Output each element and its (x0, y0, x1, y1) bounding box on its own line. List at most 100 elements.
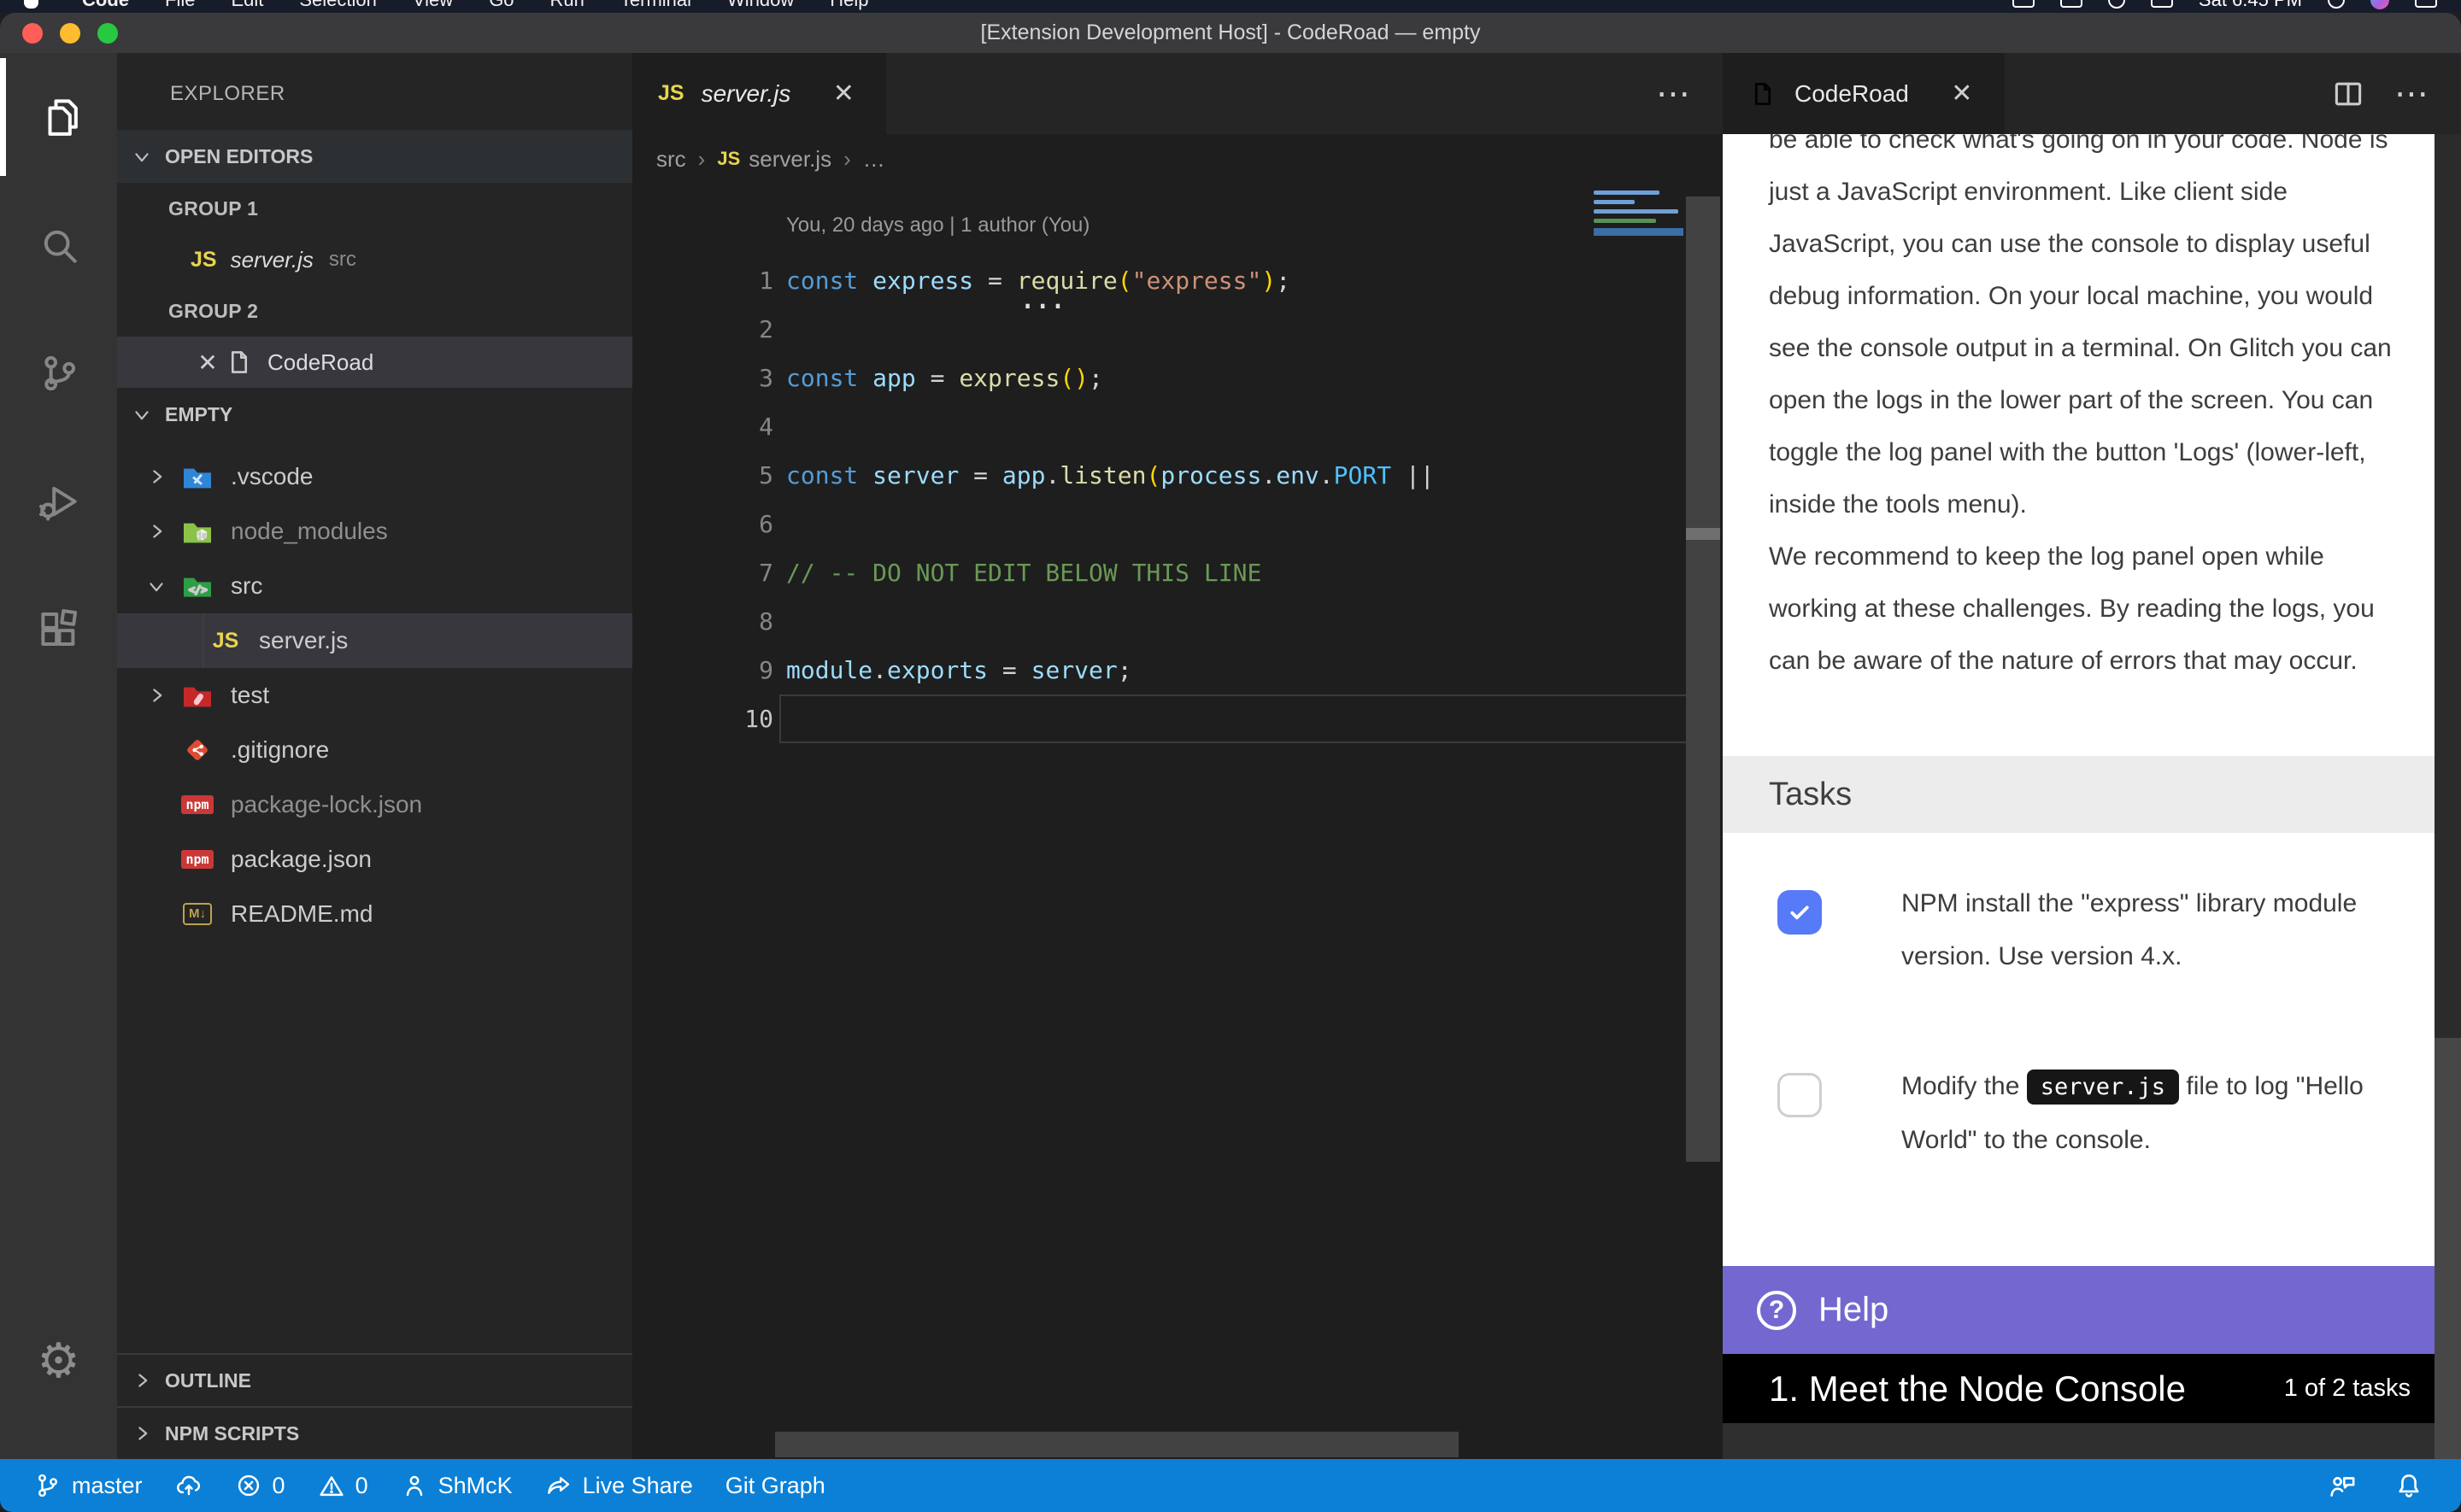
control-center-icon[interactable] (2415, 0, 2437, 8)
siri-icon[interactable] (2370, 0, 2389, 9)
editor-more-actions-icon[interactable]: ⋯ (2394, 74, 2430, 114)
activity-source-control-button[interactable] (0, 309, 117, 437)
menu-item[interactable]: File (147, 0, 213, 11)
run-debug-icon (35, 478, 83, 525)
editor-more-actions-icon[interactable]: ⋯ (1656, 74, 1692, 114)
feedback-icon (2328, 1471, 2357, 1500)
activity-run-debug-button[interactable] (0, 437, 117, 566)
menu-extra-icon[interactable] (2012, 0, 2035, 8)
statusbar-shmck[interactable]: ShMcK (401, 1472, 513, 1499)
menu-item[interactable]: Go (471, 0, 532, 11)
tree-item-.gitignore[interactable]: .gitignore (117, 723, 632, 777)
minimap[interactable] (1594, 190, 1683, 293)
code-line-7[interactable]: 7// -- DO NOT EDIT BELOW THIS LINE (632, 548, 1723, 597)
code-line-3[interactable]: 3const app = express(); (632, 354, 1723, 402)
menu-item[interactable]: Terminal (602, 0, 709, 11)
activity-search-button[interactable] (0, 181, 117, 309)
outline-section-header[interactable]: OUTLINE (117, 1353, 632, 1406)
statusbar-master[interactable]: master (34, 1472, 143, 1499)
coderoad-scrollbar[interactable] (2435, 134, 2461, 1459)
tab-label: CodeRoad (1794, 80, 1909, 108)
open-editors-header[interactable]: OPEN EDITORS (117, 130, 632, 183)
breadcrumb-symbol[interactable]: … (863, 146, 885, 173)
scrollbar-thumb[interactable] (2435, 134, 2461, 1038)
menu-extra-icon[interactable] (2060, 0, 2082, 8)
statusbar-0[interactable]: 0 (318, 1472, 368, 1499)
activity-files-button[interactable] (0, 53, 117, 181)
open-editors-list: GROUP 1JSserver.jssrcGROUP 2✕CodeRoad (117, 183, 632, 388)
menu-extra-icon[interactable] (2151, 0, 2173, 8)
coderoad-content: be able to check what's going on in your… (1723, 134, 2435, 1459)
help-button[interactable]: Help (1723, 1266, 2435, 1354)
editor-vertical-scrollbar[interactable] (1686, 196, 1720, 1162)
inline-code: server.js (2027, 1070, 2179, 1105)
chevron-right-icon: › (843, 146, 851, 173)
folder-section-header[interactable]: EMPTY (117, 388, 632, 441)
search-icon (35, 221, 83, 269)
split-editor-icon (2331, 77, 2365, 111)
menu-clock[interactable]: Sat 6:45 PM (2199, 0, 2302, 11)
tree-item-package.json[interactable]: npmpackage.json (117, 832, 632, 887)
code-line-9[interactable]: 9module.exports = server; (632, 646, 1723, 694)
activity-extensions-button[interactable] (0, 566, 117, 694)
editor-horizontal-scrollbar[interactable] (775, 1432, 1459, 1457)
breadcrumb[interactable]: src › JS server.js › … (632, 134, 1723, 184)
split-editor-icon[interactable] (2331, 77, 2365, 111)
open-editor-item[interactable]: ✕CodeRoad (117, 337, 632, 388)
code-line-8[interactable]: 8 (632, 597, 1723, 646)
line-number: 3 (632, 354, 773, 402)
settings-gear-button[interactable]: ⚙ (0, 1297, 117, 1425)
task-checkbox-checked[interactable] (1777, 890, 1822, 935)
code-line-4[interactable]: 4 (632, 402, 1723, 451)
breadcrumb-folder[interactable]: src (656, 146, 686, 173)
breadcrumb-file[interactable]: server.js (749, 146, 831, 173)
line-number: 7 (632, 548, 773, 597)
lesson-paragraph: We recommend to keep the log panel open … (1769, 530, 2417, 687)
code-line-6[interactable]: 6 (632, 500, 1723, 548)
menu-item[interactable]: View (395, 0, 471, 11)
tree-item-server.js[interactable]: JSserver.js (117, 613, 632, 668)
lesson-footer[interactable]: 1. Meet the Node Console 1 of 2 tasks (1723, 1354, 2435, 1423)
help-label: Help (1818, 1291, 1888, 1329)
menu-item[interactable]: Code (64, 0, 147, 11)
menu-item[interactable]: Selection (281, 0, 395, 11)
tab-server-js[interactable]: JS server.js ✕ (632, 53, 886, 134)
chevron-right-icon (145, 466, 167, 488)
tree-item-.vscode[interactable]: .vscode (117, 449, 632, 504)
spotlight-search-icon[interactable] (2328, 0, 2345, 9)
npm-scripts-section-header[interactable]: NPM SCRIPTS (117, 1406, 632, 1459)
menu-item[interactable]: Run (532, 0, 602, 11)
statusbar-0[interactable]: 0 (235, 1472, 285, 1499)
tree-item-package-lock.json[interactable]: npmpackage-lock.json (117, 777, 632, 832)
scrollbar-thumb[interactable] (1686, 528, 1720, 540)
menu-item[interactable]: Edit (213, 0, 281, 11)
statusbar-bell-icon[interactable] (2394, 1471, 2423, 1500)
code-area[interactable]: 1const express = require("express");23co… (632, 256, 1723, 743)
chev-right-icon (131, 1422, 153, 1445)
close-tab-icon[interactable]: ✕ (826, 79, 860, 108)
apple-icon[interactable] (24, 0, 38, 9)
js-file-icon: JS (191, 248, 217, 273)
menu-item[interactable]: Help (812, 0, 886, 11)
code-line-5[interactable]: 5const server = app.listen(process.env.P… (632, 451, 1723, 500)
close-tab-icon[interactable]: ✕ (1945, 79, 1979, 108)
statusbar-live-share[interactable]: Live Share (545, 1472, 693, 1499)
task-checkbox-unchecked[interactable] (1777, 1073, 1822, 1117)
tree-item-test[interactable]: test (117, 668, 632, 723)
statusbar-feedback-icon[interactable] (2328, 1471, 2357, 1500)
code-line-2[interactable]: 2 (632, 305, 1723, 354)
tree-item-src[interactable]: </>src (117, 559, 632, 613)
tab-coderoad[interactable]: CodeRoad ✕ (1723, 53, 2005, 134)
menu-item[interactable]: Window (709, 0, 812, 11)
close-editor-icon[interactable]: ✕ (191, 349, 225, 377)
lesson-text: be able to check what's going on in your… (1769, 134, 2417, 687)
statusbar-git-graph[interactable]: Git Graph (725, 1473, 825, 1499)
menu-extra-icon[interactable] (2108, 0, 2125, 9)
codelens-annotation[interactable]: You, 20 days ago | 1 author (You) (786, 214, 1090, 237)
open-editor-item[interactable]: JSserver.jssrc (117, 234, 632, 285)
tree-item-node_modules[interactable]: jsnode_modules (117, 504, 632, 559)
tree-item-README.md[interactable]: M↓README.md (117, 887, 632, 941)
statusbar-cloud-upload[interactable] (175, 1472, 203, 1499)
code-line-1[interactable]: 1const express = require("express"); (632, 256, 1723, 305)
menu-bar-items: CodeFileEditSelectionViewGoRunTerminalWi… (64, 0, 887, 11)
